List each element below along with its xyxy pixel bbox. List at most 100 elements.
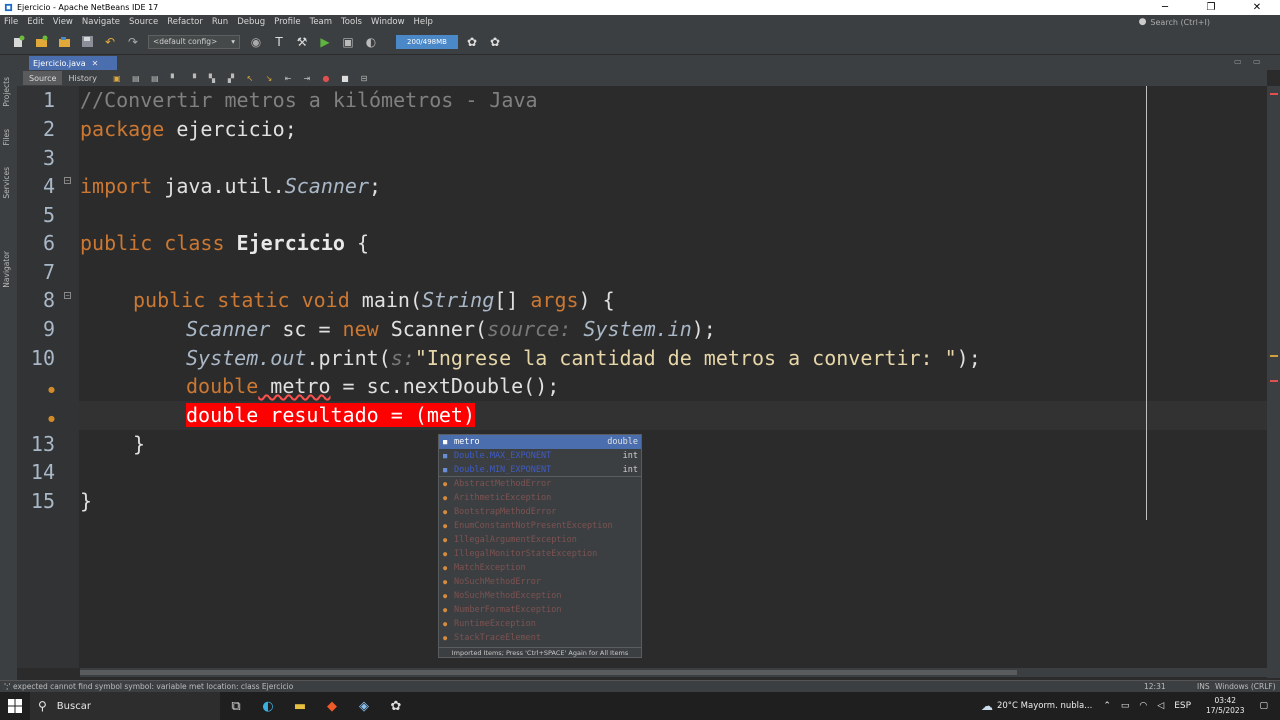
- error-marker[interactable]: [1270, 93, 1278, 95]
- debug-icon[interactable]: ▣: [340, 34, 356, 50]
- globe-icon[interactable]: ◉: [248, 34, 264, 50]
- menu-source[interactable]: Source: [125, 17, 163, 27]
- find-previous-icon[interactable]: ▝: [188, 73, 198, 83]
- network-icon[interactable]: ▭: [1121, 701, 1130, 711]
- sidebar-tab-projects[interactable]: Projects: [2, 77, 11, 107]
- shift-right-icon[interactable]: ⇥: [302, 73, 312, 83]
- menu-edit[interactable]: Edit: [23, 17, 48, 27]
- completion-item[interactable]: ■ metro double: [439, 435, 641, 449]
- insert-mode[interactable]: INS: [1197, 682, 1210, 691]
- run-icon[interactable]: ▶: [317, 34, 333, 50]
- config-select[interactable]: <default config> ▾: [148, 34, 240, 49]
- chevron-up-icon[interactable]: ⌃: [1103, 701, 1111, 711]
- netbeans-taskbar-icon[interactable]: ◈: [348, 692, 380, 720]
- completion-item[interactable]: ● MatchException: [439, 561, 641, 575]
- menu-tools[interactable]: Tools: [337, 17, 367, 27]
- completion-item[interactable]: ■ Double.MIN_EXPONENT int: [439, 463, 641, 477]
- wifi-icon[interactable]: ◠: [1139, 701, 1147, 711]
- menu-navigate[interactable]: Navigate: [78, 17, 125, 27]
- error-stripe-bar[interactable]: [1267, 86, 1280, 678]
- warning-hint-icon[interactable]: ●: [48, 385, 56, 394]
- sidebar-tab-services[interactable]: Services: [2, 167, 11, 199]
- menu-help[interactable]: Help: [410, 17, 438, 27]
- stop-macro-icon[interactable]: ■: [340, 73, 350, 83]
- new-file-icon[interactable]: [10, 34, 26, 50]
- volume-icon[interactable]: ◁: [1157, 701, 1164, 711]
- keyboard-language[interactable]: ESP: [1174, 701, 1191, 711]
- shift-left-icon[interactable]: ⇤: [283, 73, 293, 83]
- save-all-icon[interactable]: [79, 34, 95, 50]
- comment-icon[interactable]: ⊟: [359, 73, 369, 83]
- app-icon[interactable]: ✿: [380, 692, 412, 720]
- code-editor[interactable]: 1 2 3 4 5 6 7 8 9 10 13 14 15 ● ● − − //…: [17, 86, 1267, 668]
- close-window-button[interactable]: ✕: [1234, 0, 1280, 15]
- forward-icon[interactable]: ▤: [150, 73, 160, 83]
- menu-file[interactable]: File: [0, 17, 23, 27]
- horizontal-scrollbar[interactable]: [80, 668, 1267, 677]
- new-project-icon[interactable]: [33, 34, 49, 50]
- error-highlighted-code[interactable]: double resultado = (met): [186, 403, 475, 427]
- completion-item[interactable]: ● BootstrapMethodError: [439, 505, 641, 519]
- menu-window[interactable]: Window: [367, 17, 410, 27]
- brave-icon[interactable]: ◆: [316, 692, 348, 720]
- maximize-button[interactable]: ❐: [1188, 0, 1234, 15]
- undo-icon[interactable]: ↶: [102, 34, 118, 50]
- menu-refactor[interactable]: Refactor: [163, 17, 208, 27]
- fold-toggle-icon[interactable]: −: [64, 177, 71, 184]
- open-project-icon[interactable]: [56, 34, 72, 50]
- task-view-icon[interactable]: ⧉: [220, 692, 252, 720]
- start-macro-icon[interactable]: ●: [321, 73, 331, 83]
- source-tab[interactable]: Source: [23, 71, 63, 85]
- find-next-icon[interactable]: ▚: [207, 73, 217, 83]
- completion-item[interactable]: ● EnumConstantNotPresentException: [439, 519, 641, 533]
- next-bookmark-icon[interactable]: ↘: [264, 73, 274, 83]
- menu-run[interactable]: Run: [208, 17, 233, 27]
- close-tab-icon[interactable]: ✕: [92, 59, 99, 68]
- history-tab[interactable]: History: [62, 71, 102, 85]
- completion-item[interactable]: ● RuntimeException: [439, 617, 641, 631]
- profile-icon[interactable]: ◐: [363, 34, 379, 50]
- toggle-highlight-icon[interactable]: ▞: [226, 73, 236, 83]
- menu-team[interactable]: Team: [306, 17, 337, 27]
- sidebar-tab-files[interactable]: Files: [2, 129, 11, 145]
- completion-item[interactable]: ● IllegalMonitorStateException: [439, 547, 641, 561]
- completion-item[interactable]: ● NumberFormatException: [439, 603, 641, 617]
- search-input[interactable]: Search (Ctrl+I): [1150, 18, 1210, 27]
- find-selection-icon[interactable]: ▘: [169, 73, 179, 83]
- menu-profile[interactable]: Profile: [270, 17, 305, 27]
- completion-item[interactable]: ■ Double.MAX_EXPONENT int: [439, 449, 641, 463]
- menu-view[interactable]: View: [49, 17, 78, 27]
- error-marker[interactable]: [1270, 380, 1278, 382]
- restore-window-icon[interactable]: ▭: [1253, 57, 1261, 66]
- clock[interactable]: 03:42 17/5/2023: [1206, 696, 1244, 716]
- sidebar-tab-navigator[interactable]: Navigator: [2, 251, 11, 288]
- prev-bookmark-icon[interactable]: ↖: [245, 73, 255, 83]
- weather-widget[interactable]: ☁ 20°C Mayorm. nubla...: [981, 699, 1092, 713]
- build-hammer-icon[interactable]: T: [271, 34, 287, 50]
- edge-icon[interactable]: ◐: [252, 692, 284, 720]
- menu-debug[interactable]: Debug: [233, 17, 270, 27]
- completion-item[interactable]: ● StackTraceElement: [439, 631, 641, 645]
- back-icon[interactable]: ▤: [131, 73, 141, 83]
- caret-position[interactable]: 12:31: [1144, 682, 1166, 691]
- clean-build-icon[interactable]: ⚒: [294, 34, 310, 50]
- last-edit-icon[interactable]: ▣: [112, 73, 122, 83]
- warning-marker[interactable]: [1270, 355, 1278, 357]
- taskbar-search[interactable]: ⚲ Buscar: [30, 692, 220, 720]
- completion-item[interactable]: ● NoSuchMethodError: [439, 575, 641, 589]
- minimize-button[interactable]: ─: [1142, 0, 1188, 15]
- line-ending[interactable]: Windows (CRLF): [1215, 682, 1276, 691]
- tab-ejercicio-java[interactable]: Ejercicio.java ✕: [29, 56, 117, 70]
- code-completion-popup[interactable]: ■ metro double ■ Double.MAX_EXPONENT int ■ Do…: [438, 434, 642, 658]
- completion-item[interactable]: ● NoSuchMethodException: [439, 589, 641, 603]
- completion-item[interactable]: ● ArithmeticException: [439, 491, 641, 505]
- fold-toggle-icon[interactable]: −: [64, 292, 71, 299]
- error-hint-icon[interactable]: ●: [48, 414, 56, 423]
- notification-icon[interactable]: ▢: [1259, 701, 1268, 711]
- tab-list-icon[interactable]: ▭: [1234, 57, 1242, 66]
- completion-item[interactable]: ● IllegalArgumentException: [439, 533, 641, 547]
- gc-icon[interactable]: ✿: [464, 34, 480, 50]
- file-explorer-icon[interactable]: ▬: [284, 692, 316, 720]
- gc-settings-icon[interactable]: ✿: [487, 34, 503, 50]
- memory-indicator[interactable]: 200/498MB: [396, 34, 458, 49]
